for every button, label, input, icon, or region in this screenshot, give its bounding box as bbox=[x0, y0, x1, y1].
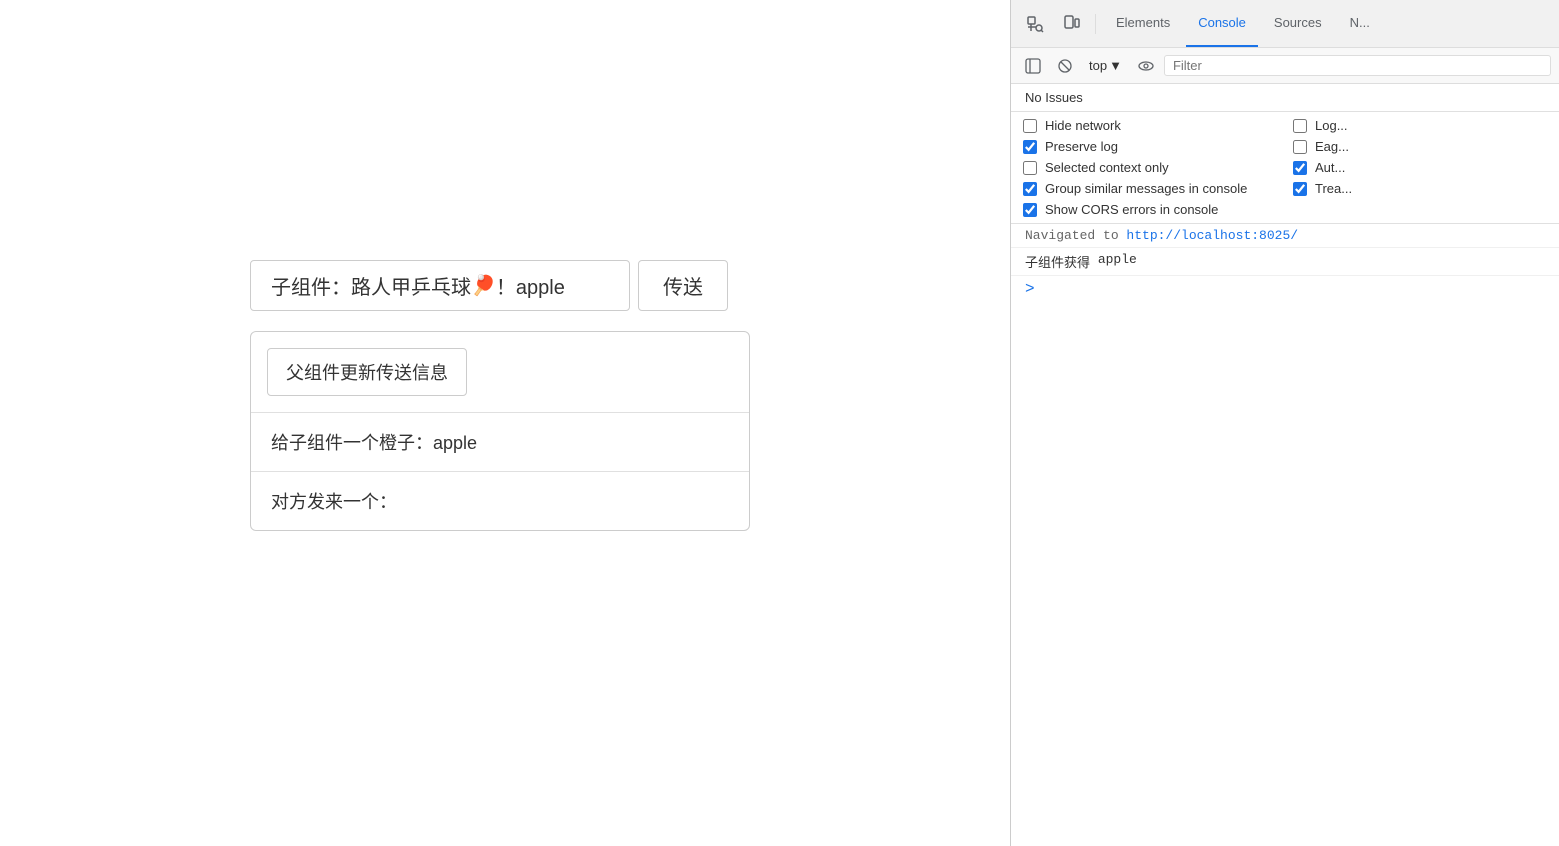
treat-evals-label: Trea... bbox=[1315, 181, 1352, 196]
ping-pong-emoji: 🏓 bbox=[471, 273, 496, 298]
preserve-log-label: Preserve log bbox=[1045, 139, 1118, 154]
tab-console[interactable]: Console bbox=[1186, 0, 1258, 47]
top-label: top bbox=[1089, 58, 1107, 73]
no-issues-text: No Issues bbox=[1025, 90, 1083, 105]
send-button[interactable]: 传送 bbox=[638, 260, 728, 311]
page-content: 子组件： 路人甲乒乓球 🏓 ！apple 传送 父组件更新传送信息 给子组件一个… bbox=[250, 260, 750, 531]
inspect-element-icon[interactable] bbox=[1019, 8, 1051, 40]
log-entry-child: 子组件获得 apple bbox=[1011, 248, 1559, 276]
navigate-link[interactable]: http://localhost:8025/ bbox=[1126, 228, 1298, 243]
tab-elements[interactable]: Elements bbox=[1104, 0, 1182, 47]
navigate-entry: Navigated to http://localhost:8025/ bbox=[1011, 224, 1559, 248]
no-issues-bar: No Issues bbox=[1011, 84, 1559, 112]
child-component-row: 子组件： 路人甲乒乓球 🏓 ！apple 传送 bbox=[250, 260, 750, 311]
devtools-panel: Elements Console Sources N... top ▼ bbox=[1010, 0, 1559, 846]
orange-label: 给子组件一个橙子：apple bbox=[251, 412, 749, 471]
option-selected-context: Selected context only bbox=[1023, 160, 1277, 175]
main-page: 子组件： 路人甲乒乓球 🏓 ！apple 传送 父组件更新传送信息 给子组件一个… bbox=[0, 0, 1010, 846]
tab-network[interactable]: N... bbox=[1338, 0, 1382, 47]
context-dropdown[interactable]: top ▼ bbox=[1083, 56, 1128, 75]
filter-input[interactable] bbox=[1164, 55, 1551, 76]
option-group-similar: Group similar messages in console bbox=[1023, 181, 1277, 196]
console-toolbar: top ▼ bbox=[1011, 48, 1559, 84]
option-autocomplete: Aut... bbox=[1293, 160, 1547, 175]
tab-sources[interactable]: Sources bbox=[1262, 0, 1334, 47]
eye-icon[interactable] bbox=[1132, 52, 1160, 80]
child-extra: ！apple bbox=[496, 271, 565, 300]
eager-eval-checkbox[interactable] bbox=[1293, 140, 1307, 154]
hide-network-label: Hide network bbox=[1045, 118, 1121, 133]
show-cors-label: Show CORS errors in console bbox=[1045, 202, 1218, 217]
selected-context-label: Selected context only bbox=[1045, 160, 1169, 175]
option-show-cors: Show CORS errors in console bbox=[1023, 202, 1277, 217]
selected-context-checkbox[interactable] bbox=[1023, 161, 1037, 175]
option-preserve-log: Preserve log bbox=[1023, 139, 1277, 154]
console-output: Navigated to http://localhost:8025/ 子组件获… bbox=[1011, 224, 1559, 846]
console-options: Hide network Log... Preserve log Eag... … bbox=[1011, 112, 1559, 224]
sidebar-toggle-icon[interactable] bbox=[1019, 52, 1047, 80]
child-label: 子组件： bbox=[271, 271, 351, 300]
tab-separator bbox=[1095, 14, 1096, 34]
navigated-text: Navigated to bbox=[1025, 228, 1126, 243]
chevron-down-icon: ▼ bbox=[1109, 58, 1122, 73]
receive-label: 对方发来一个： bbox=[251, 471, 749, 530]
devtools-tabs: Elements Console Sources N... bbox=[1011, 0, 1559, 48]
option-hide-network: Hide network bbox=[1023, 118, 1277, 133]
option-treat-evals: Trea... bbox=[1293, 181, 1547, 196]
parent-update-button[interactable]: 父组件更新传送信息 bbox=[267, 348, 467, 396]
log-xhr-checkbox[interactable] bbox=[1293, 119, 1307, 133]
log-value: apple bbox=[1098, 252, 1137, 267]
show-cors-checkbox[interactable] bbox=[1023, 203, 1037, 217]
console-prompt[interactable]: > bbox=[1011, 276, 1559, 302]
clear-console-icon[interactable] bbox=[1051, 52, 1079, 80]
preserve-log-checkbox[interactable] bbox=[1023, 140, 1037, 154]
autocomplete-label: Aut... bbox=[1315, 160, 1345, 175]
log-prefix: 子组件获得 bbox=[1025, 252, 1098, 271]
child-value: 路人甲乒乓球 bbox=[351, 271, 471, 300]
treat-evals-checkbox[interactable] bbox=[1293, 182, 1307, 196]
log-xhr-label: Log... bbox=[1315, 118, 1348, 133]
child-input-display: 子组件： 路人甲乒乓球 🏓 ！apple bbox=[250, 260, 630, 311]
group-similar-label: Group similar messages in console bbox=[1045, 181, 1247, 196]
eager-eval-label: Eag... bbox=[1315, 139, 1349, 154]
hide-network-checkbox[interactable] bbox=[1023, 119, 1037, 133]
parent-box: 父组件更新传送信息 给子组件一个橙子：apple 对方发来一个： bbox=[250, 331, 750, 531]
group-similar-checkbox[interactable] bbox=[1023, 182, 1037, 196]
option-eager-eval: Eag... bbox=[1293, 139, 1547, 154]
device-toolbar-icon[interactable] bbox=[1055, 8, 1087, 40]
option-log-xhr: Log... bbox=[1293, 118, 1547, 133]
autocomplete-checkbox[interactable] bbox=[1293, 161, 1307, 175]
